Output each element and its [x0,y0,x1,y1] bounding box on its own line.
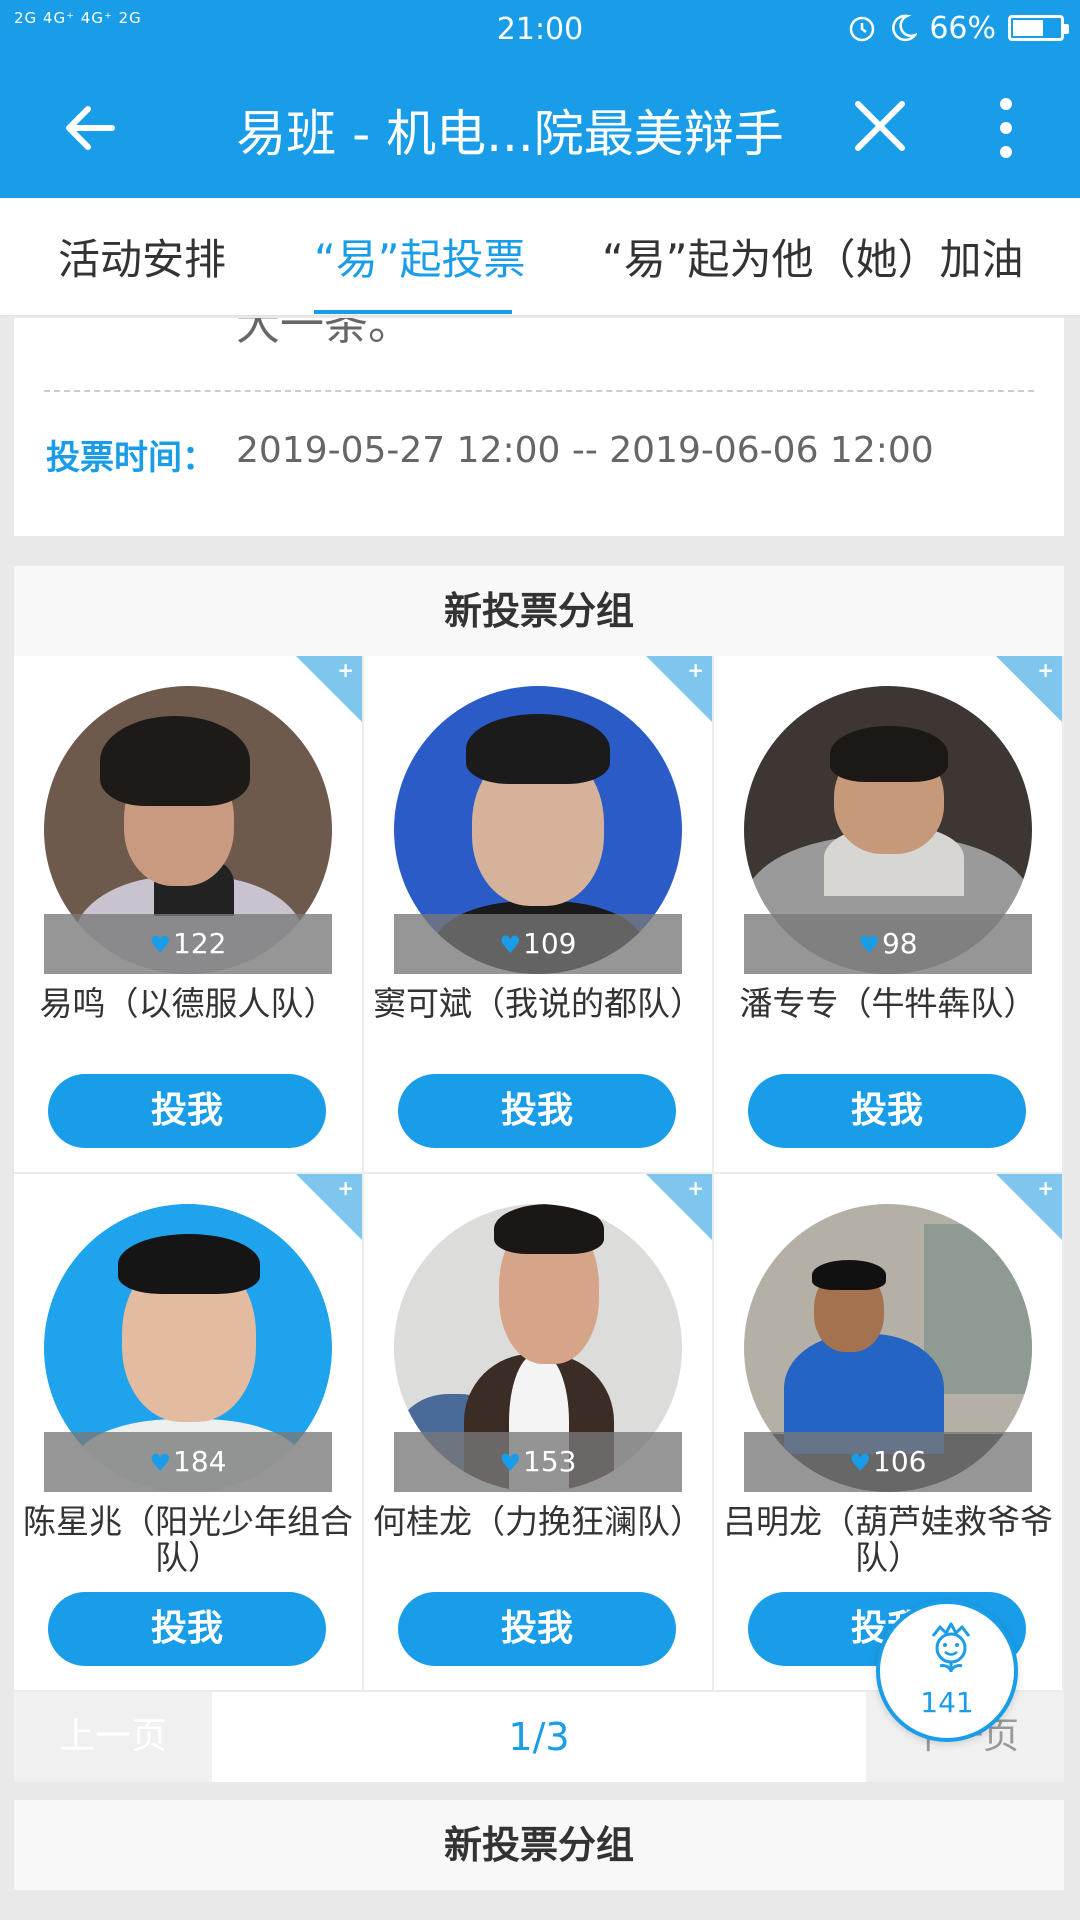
flower-face-icon [931,1622,971,1673]
candidate-card[interactable]: + ♥109 窦可斌（我说的都队） 投我 [364,656,714,1174]
floating-cheer-button[interactable]: 141 [876,1600,1018,1742]
divider [44,390,1034,392]
vote-button[interactable]: 投我 [748,1074,1026,1148]
activity-description-tail: 大一条。 [236,318,412,350]
vote-count: 106 [873,1445,927,1478]
status-right: 66% [847,10,1069,46]
vote-count-bar: ♥109 [394,914,682,974]
heart-icon: ♥ [149,931,172,959]
tab-schedule[interactable]: 活动安排 [58,226,226,287]
battery-percent: 66% [929,10,996,46]
heart-icon: ♥ [849,1449,872,1477]
title-bar: 易班 - 机电...院最美辩手 [0,58,1080,198]
page-indicator: 1/3 [508,1715,570,1759]
tab-bar: 活动安排 “易”起投票 “易”起为他（她）加油 [0,198,1080,316]
candidate-name: 潘专专（牛牪犇队） [739,984,1037,1023]
page-title: 易班 - 机电...院最美辩手 [236,105,784,163]
candidate-card[interactable]: + ♥106 吕明龙（葫芦娃救爷爷队） 投我 [714,1174,1064,1692]
moon-icon [892,14,918,42]
candidate-name: 陈星兆（阳光少年组合队） [23,1502,353,1577]
tab-vote[interactable]: “易”起投票 [314,226,526,287]
heart-icon: ♥ [858,931,880,959]
activity-info-card: 大一条。 投票时间： 2019-05-27 12:00 -- 2019-06-0… [14,318,1064,536]
prev-page-button[interactable]: 上一页 [14,1692,212,1782]
candidate-name: 易鸣（以德服人队） [39,984,337,1023]
candidate-name: 吕明龙（葫芦娃救爷爷队） [723,1502,1053,1577]
vote-count: 109 [523,927,577,960]
more-vertical-icon[interactable] [990,96,1022,160]
group-title-2: 新投票分组 [14,1800,1064,1890]
vote-count-bar: ♥98 [744,914,1032,974]
plus-icon[interactable]: + [687,658,704,682]
candidate-card[interactable]: + ♥153 何桂龙（力挽狂澜队） 投我 [364,1174,714,1692]
vote-count-bar: ♥122 [44,914,332,974]
candidate-card[interactable]: + ♥98 潘专专（牛牪犇队） 投我 [714,656,1064,1174]
battery-fill [1013,20,1044,36]
cheer-count: 141 [920,1686,974,1719]
vote-count-bar: ♥184 [44,1432,332,1492]
heart-icon: ♥ [499,931,522,959]
heart-icon: ♥ [499,1449,522,1477]
vote-count: 122 [173,927,227,960]
vote-button[interactable]: 投我 [398,1074,676,1148]
vote-group: 新投票分组 + ♥122 易鸣（以德服人队） 投我 + ♥109 窦可斌（我说的… [14,566,1064,1782]
close-icon[interactable] [852,98,908,154]
candidate-card[interactable]: + ♥122 易鸣（以德服人队） 投我 [14,656,364,1174]
group-title: 新投票分组 [14,566,1064,656]
vote-count: 153 [523,1445,577,1478]
plus-icon[interactable]: + [687,1176,704,1200]
vote-time-label: 投票时间： [46,438,216,478]
vote-time-value: 2019-05-27 12:00 -- 2019-06-06 12:00 [236,430,934,471]
battery-icon [1008,15,1069,41]
vote-count-bar: ♥153 [394,1432,682,1492]
plus-icon[interactable]: + [337,658,354,682]
candidate-card[interactable]: + ♥184 陈星兆（阳光少年组合队） 投我 [14,1174,364,1692]
plus-icon[interactable]: + [337,1176,354,1200]
plus-icon[interactable]: + [1037,1176,1054,1200]
vote-button[interactable]: 投我 [48,1074,326,1148]
status-bar: 2G 4G⁺ 4G⁺ 2G 21:00 66% [0,0,1080,58]
vote-button[interactable]: 投我 [48,1592,326,1666]
plus-icon[interactable]: + [1037,658,1054,682]
vote-count-bar: ♥106 [744,1432,1032,1492]
heart-icon: ♥ [149,1449,172,1477]
vote-count: 184 [173,1445,227,1478]
screen: 2G 4G⁺ 4G⁺ 2G 21:00 66% 易班 - 机电...院最美辩手 [0,0,1080,1920]
alarm-icon [850,16,875,42]
vote-button[interactable]: 投我 [398,1592,676,1666]
arrow-left-icon[interactable] [60,98,120,158]
tab-active-indicator [314,310,512,314]
candidate-grid: + ♥122 易鸣（以德服人队） 投我 + ♥109 窦可斌（我说的都队） 投我… [14,656,1064,1692]
tab-cheer[interactable]: “易”起为他（她）加油 [602,226,1024,287]
candidate-name: 何桂龙（力挽狂澜队） [373,1502,703,1541]
vote-count: 98 [881,927,918,960]
candidate-name: 窦可斌（我说的都队） [373,984,703,1023]
